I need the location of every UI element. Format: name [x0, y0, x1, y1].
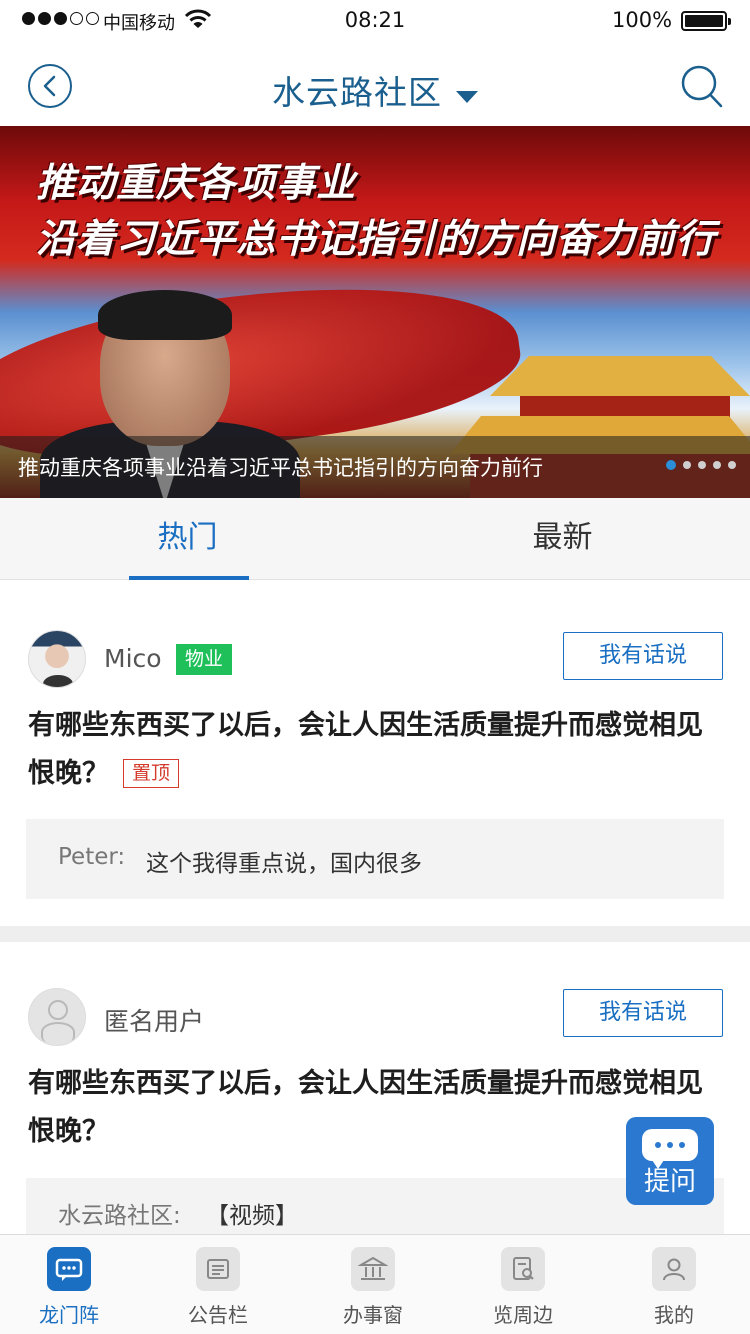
reply-text: 【视频】	[206, 1203, 298, 1229]
search-icon[interactable]	[680, 64, 724, 110]
carousel-dot[interactable]	[666, 460, 676, 470]
divider	[0, 926, 750, 942]
banner-carousel[interactable]: 推动重庆各项事业 沿着习近平总书记指引的方向奋力前行 推动重庆各项事业沿着习近平…	[0, 126, 750, 498]
username[interactable]: Mico	[104, 644, 162, 673]
page-title: 水云路社区	[272, 73, 442, 112]
chat-bubble-icon	[642, 1129, 698, 1169]
post-title[interactable]: 有哪些东西买了以后，会让人因生活质量提升而感觉相见恨晚？	[28, 1060, 728, 1156]
chat-icon	[47, 1247, 91, 1291]
nearby-search-icon	[501, 1247, 545, 1291]
banner-caption-bar: 推动重庆各项事业沿着习近平总书记指引的方向奋力前行	[0, 436, 750, 498]
avatar[interactable]	[28, 988, 86, 1046]
tabbar-label: 览周边	[493, 1303, 553, 1327]
tab-latest[interactable]: 最新	[375, 498, 750, 580]
carousel-dot[interactable]	[683, 461, 691, 469]
user-icon	[652, 1247, 696, 1291]
nav-bar: 水云路社区	[0, 40, 750, 126]
post-title-text: 有哪些东西买了以后，会让人因生活质量提升而感觉相见恨晚？	[28, 1068, 703, 1147]
community-selector[interactable]: 水云路社区	[0, 66, 750, 114]
post-card[interactable]: Mico 物业 我有话说 有哪些东西买了以后，会让人因生活质量提升而感觉相见恨晚…	[0, 580, 750, 926]
carousel-dot[interactable]	[713, 461, 721, 469]
property-badge: 物业	[176, 644, 232, 675]
reply-preview[interactable]: 水云路社区: 【视频】	[26, 1178, 724, 1234]
tab-hot[interactable]: 热门	[0, 498, 375, 580]
battery-percent: 100%	[612, 8, 673, 32]
tabbar-label: 龙门阵	[39, 1303, 99, 1327]
government-building-icon	[351, 1247, 395, 1291]
ask-question-button[interactable]: 提问	[626, 1117, 714, 1205]
feed-tabs: 热门 最新	[0, 498, 750, 580]
tabbar-label: 办事窗	[343, 1303, 403, 1327]
ask-label: 提问	[643, 1167, 696, 1197]
carousel-indicator	[666, 460, 736, 470]
banner-headline-line2: 沿着习近平总书记指引的方向奋力前行	[36, 217, 717, 262]
speak-button[interactable]: 我有话说	[563, 632, 723, 680]
battery-icon	[681, 11, 731, 31]
reply-author: Peter:	[58, 844, 126, 870]
speak-button[interactable]: 我有话说	[563, 989, 723, 1037]
tabbar-label: 我的	[654, 1303, 694, 1327]
reply-text: 这个我得重点说，国内很多	[146, 851, 422, 877]
post-title[interactable]: 有哪些东西买了以后，会让人因生活质量提升而感觉相见恨晚？ 置顶	[28, 702, 728, 798]
banner-headline: 推动重庆各项事业 沿着习近平总书记指引的方向奋力前行	[36, 156, 716, 268]
avatar[interactable]	[28, 630, 86, 688]
reply-preview[interactable]: Peter: 这个我得重点说，国内很多	[26, 819, 724, 899]
caret-down-icon	[456, 90, 478, 103]
username[interactable]: 匿名用户	[104, 1002, 204, 1038]
tabbar-item-service[interactable]: 办事窗	[298, 1235, 448, 1334]
reply-author: 水云路社区:	[58, 1203, 181, 1229]
pinned-badge: 置顶	[123, 759, 180, 788]
tabbar-item-nearby[interactable]: 览周边	[448, 1235, 598, 1334]
carousel-dot[interactable]	[698, 461, 706, 469]
bottom-tab-bar: 龙门阵 公告栏 办事窗 览周边 我的	[0, 1234, 750, 1334]
tabbar-label: 公告栏	[188, 1303, 248, 1327]
tabbar-item-mine[interactable]: 我的	[599, 1235, 749, 1334]
tabbar-item-notice[interactable]: 公告栏	[143, 1235, 293, 1334]
banner-caption: 推动重庆各项事业沿着习近平总书记指引的方向奋力前行	[18, 456, 543, 480]
carousel-dot[interactable]	[728, 461, 736, 469]
banner-headline-line1: 推动重庆各项事业	[36, 161, 357, 206]
tabbar-item-longmenzhen[interactable]: 龙门阵	[0, 1235, 144, 1334]
status-bar: 中国移动 08:21 100%	[0, 0, 750, 40]
notice-board-icon	[196, 1247, 240, 1291]
